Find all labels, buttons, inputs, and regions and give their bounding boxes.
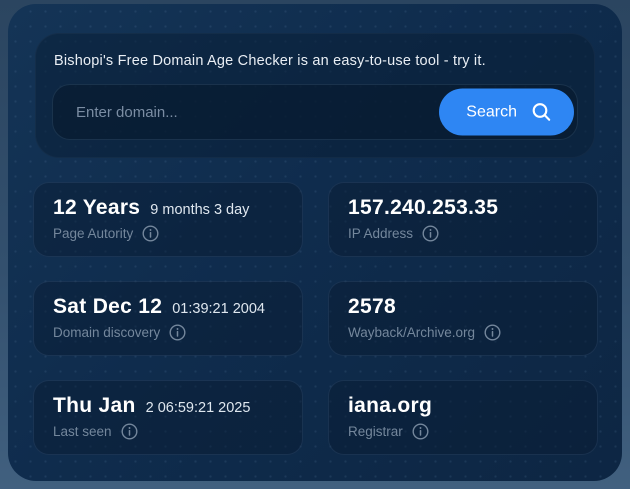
page-authority-label: Page Autority [53,225,134,241]
card-ip-address: 157.240.253.35 IP Address [328,182,598,257]
info-circle-icon[interactable] [484,323,501,341]
card-page-authority: 12 Years 9 months 3 day Page Autority [33,182,303,257]
search-row: Search [52,84,578,140]
domain-age-checker-panel: Bishopi's Free Domain Age Checker is an … [8,4,622,481]
card-wayback-archive: 2578 Wayback/Archive.org [328,281,598,356]
domain-discovery-label: Domain discovery [53,324,161,340]
ip-address-value: 157.240.253.35 [348,195,499,219]
card-registrar: iana.org Registrar [328,380,598,455]
ip-address-label: IP Address [348,225,414,241]
domain-discovery-value: Sat Dec 12 [53,294,163,318]
stats-card-grid: 12 Years 9 months 3 day Page Autority 15… [33,182,598,455]
card-last-seen: Thu Jan 2 06:59:21 2025 Last seen [33,380,303,455]
last-seen-value-detail: 2 06:59:21 2025 [145,399,251,416]
page-authority-value: 12 Years [53,195,141,219]
registrar-label: Registrar [348,423,403,439]
wayback-archive-value: 2578 [348,294,396,318]
registrar-value: iana.org [348,393,433,417]
domain-discovery-value-detail: 01:39:21 2004 [172,300,265,317]
last-seen-label: Last seen [53,423,112,439]
search-button-label: Search [466,103,517,120]
info-circle-icon[interactable] [169,323,186,341]
page-authority-value-detail: 9 months 3 day [150,201,250,218]
search-button[interactable]: Search [439,88,574,136]
info-circle-icon[interactable] [412,422,429,440]
info-circle-icon[interactable] [422,224,439,242]
card-domain-discovery: Sat Dec 12 01:39:21 2004 Domain discover… [33,281,303,356]
intro-heading: Bishopi's Free Domain Age Checker is an … [54,53,486,69]
info-circle-icon[interactable] [121,422,138,440]
search-section: Bishopi's Free Domain Age Checker is an … [35,33,595,158]
last-seen-value: Thu Jan [53,393,136,417]
magnifier-icon [531,102,552,123]
wayback-archive-label: Wayback/Archive.org [348,324,476,340]
info-circle-icon[interactable] [142,224,159,242]
